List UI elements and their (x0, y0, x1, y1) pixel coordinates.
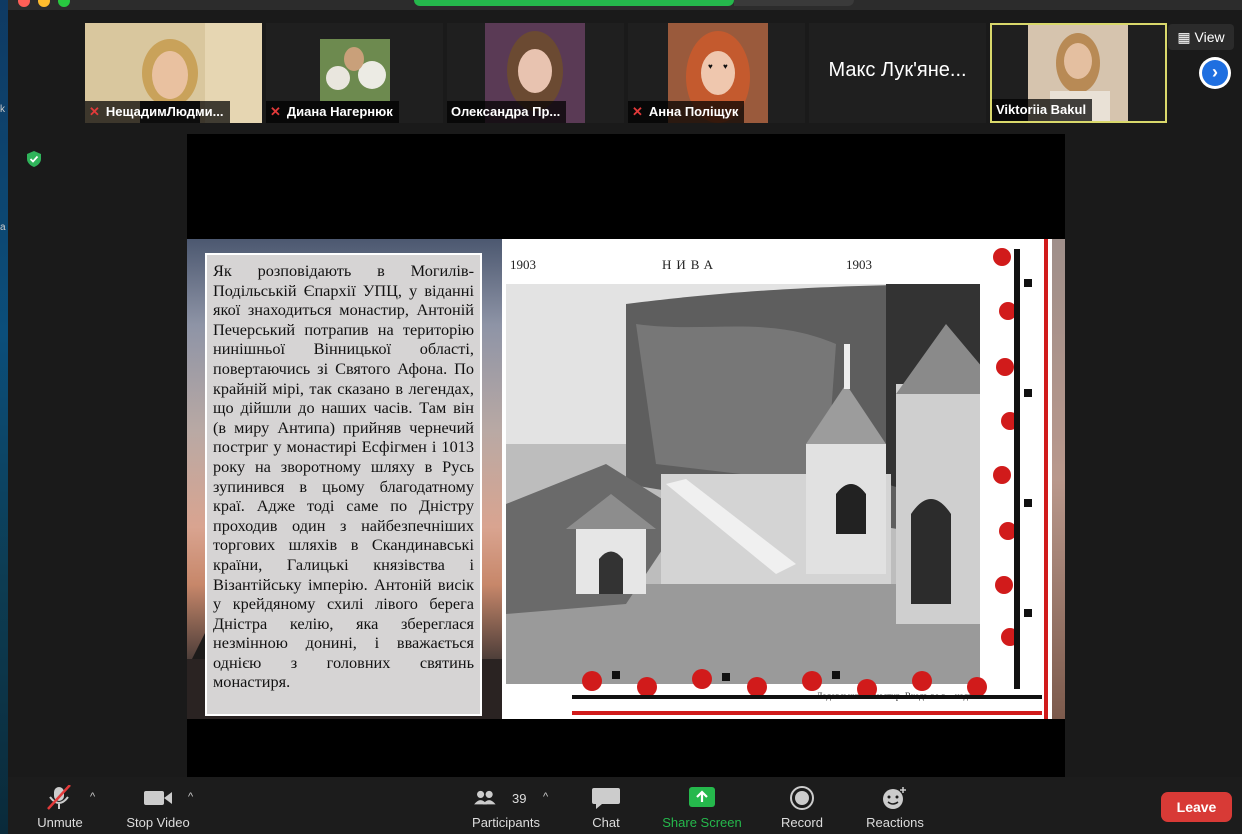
participant-name: Диана Нагернюк (286, 104, 393, 119)
audio-options-caret[interactable]: ^ (90, 791, 95, 803)
view-button[interactable]: ▦ View (1168, 24, 1234, 50)
monastery-engraving (506, 284, 988, 684)
participant-name-bar: ✕ Диана Нагернюк (266, 101, 399, 123)
reactions-label: Reactions (866, 815, 924, 830)
slide-text-box: Як розповідають в Могилів-Подільській Єп… (205, 253, 482, 716)
unmute-button[interactable]: Unmute (37, 777, 83, 834)
participants-label: Participants (472, 815, 540, 830)
share-screen-icon (689, 787, 715, 807)
desktop-label-fragment: a (0, 222, 6, 233)
participant-tile-active-speaker[interactable]: Viktoriia Bakul (990, 23, 1167, 123)
presentation-slide: Як розповідають в Могилів-Подільській Єп… (187, 239, 1065, 719)
participant-name: НещадимЛюдми... (105, 104, 224, 119)
minimize-window-button[interactable] (38, 0, 50, 7)
record-icon (790, 786, 814, 810)
smiley-plus-icon (883, 787, 906, 809)
participant-name: Viktoriia Bakul (996, 102, 1087, 117)
participants-button[interactable]: 39 Participants (472, 777, 540, 834)
engraving-illustration: 1903 НИВА 1903 (502, 239, 1052, 719)
participant-tile[interactable]: ✕ Диана Нагернюк (266, 23, 443, 123)
participant-name-bar: Viktoriia Bakul (992, 99, 1093, 121)
record-button[interactable]: Record (780, 777, 824, 834)
record-label: Record (781, 815, 823, 830)
embroidery-border (980, 239, 1052, 719)
view-label: View (1194, 29, 1225, 45)
header-year-right: 1903 (846, 257, 872, 272)
grid-icon: ▦ (1177, 29, 1191, 45)
chat-label: Chat (592, 815, 620, 830)
embroidery-border-bottom (572, 669, 1042, 715)
encryption-shield-icon[interactable] (25, 150, 43, 168)
screen-sharing-banner-options[interactable] (734, 0, 854, 6)
zoom-window-button[interactable] (58, 0, 70, 7)
muted-mic-icon: ✕ (89, 104, 100, 119)
participant-name: Макс Лук'яне... (828, 59, 967, 81)
share-screen-label: Share Screen (662, 815, 742, 830)
muted-mic-icon: ✕ (270, 104, 281, 119)
muted-microphone-icon (47, 785, 71, 810)
desktop-label-fragment: k (0, 104, 5, 115)
header-title: НИВА (662, 257, 719, 272)
header-year-left: 1903 (510, 257, 536, 272)
next-page-button[interactable]: › (1199, 57, 1231, 89)
desktop-background: k a (0, 0, 8, 834)
stop-video-label: Stop Video (126, 815, 190, 830)
participant-name-bar: ✕ НещадимЛюдми... (85, 101, 230, 123)
participants-icon (474, 790, 496, 805)
shared-screen: Як розповідають в Могилів-Подільській Єп… (187, 134, 1065, 777)
svg-text:♥: ♥ (708, 62, 713, 71)
screen-sharing-banner[interactable] (414, 0, 734, 6)
share-screen-button[interactable]: Share Screen (662, 777, 742, 834)
participant-name: Анна Поліщук (648, 104, 739, 119)
svg-text:♥: ♥ (723, 62, 728, 71)
participant-name-bar: ✕ Анна Поліщук (628, 101, 745, 123)
stop-video-button[interactable]: Stop Video (126, 777, 190, 834)
magazine-header: 1903 НИВА 1903 (502, 239, 1052, 279)
close-window-button[interactable] (18, 0, 30, 7)
reactions-button[interactable]: Reactions (866, 777, 924, 834)
participant-tile[interactable]: ♥ ♥ ✕ Анна Поліщук (628, 23, 805, 123)
participants-count: 39 (512, 791, 527, 806)
meeting-controls-bar: Unmute ^ Stop Video ^ 39 Participants ^ … (8, 777, 1242, 834)
chat-bubble-icon (592, 788, 620, 809)
video-camera-icon (144, 791, 172, 805)
participant-tile[interactable]: Макс Лук'яне... (809, 23, 986, 123)
slide-background-edge (1052, 239, 1065, 719)
participants-options-caret[interactable]: ^ (543, 791, 548, 803)
video-options-caret[interactable]: ^ (188, 791, 193, 803)
participant-tile[interactable]: Олександра Пр... (447, 23, 624, 123)
window-titlebar (8, 0, 1242, 10)
unmute-label: Unmute (37, 815, 83, 830)
chat-button[interactable]: Chat (586, 777, 626, 834)
participant-name: Олександра Пр... (451, 104, 561, 119)
participant-name-bar: Олександра Пр... (447, 101, 567, 123)
muted-mic-icon: ✕ (632, 104, 643, 119)
chevron-right-icon: › (1202, 60, 1228, 86)
leave-meeting-button[interactable]: Leave (1161, 792, 1232, 822)
participant-tile[interactable]: ✕ НещадимЛюдми... (85, 23, 262, 123)
